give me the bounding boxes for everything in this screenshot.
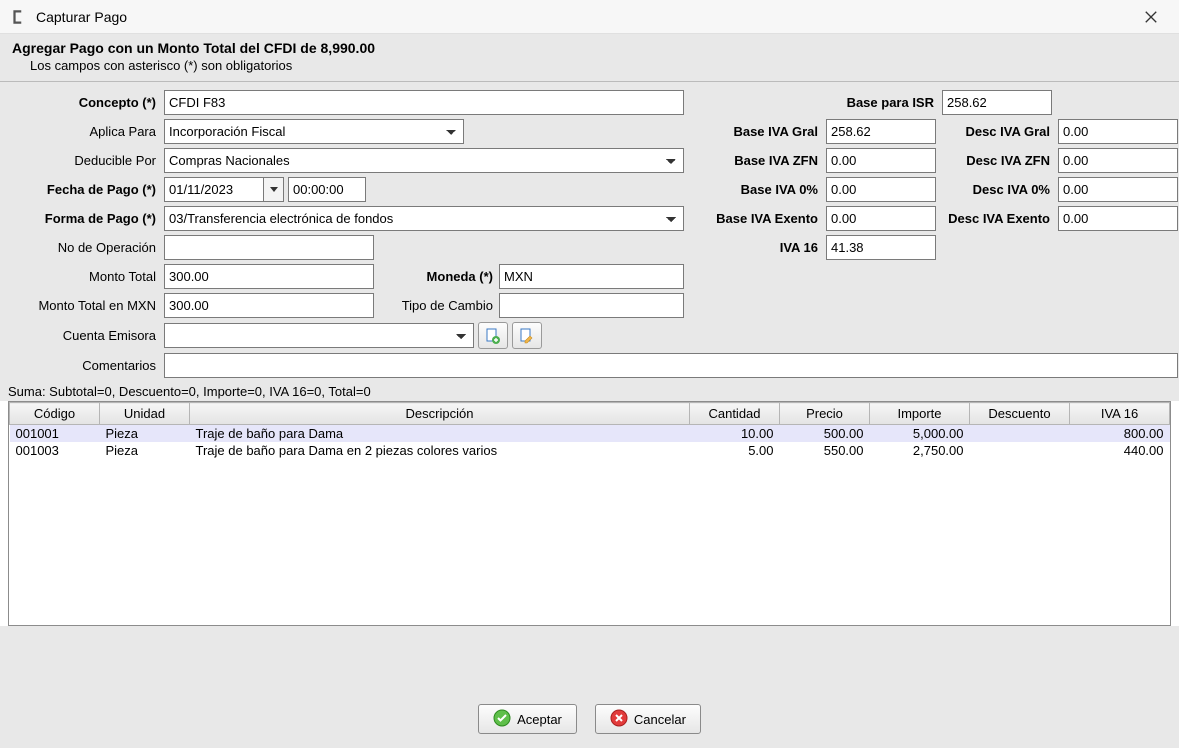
input-fecha-pago[interactable] bbox=[164, 177, 264, 202]
input-desc-iva-exento[interactable] bbox=[1058, 206, 1178, 231]
new-doc-button[interactable] bbox=[478, 322, 508, 349]
label-comentarios: Comentarios bbox=[8, 358, 158, 373]
input-base-iva-gral[interactable] bbox=[826, 119, 936, 144]
accept-label: Aceptar bbox=[517, 712, 562, 727]
label-desc-iva-zfn: Desc IVA ZFN bbox=[942, 153, 1052, 168]
input-concepto[interactable] bbox=[164, 90, 684, 115]
th-precio[interactable]: Precio bbox=[780, 403, 870, 425]
input-no-operacion[interactable] bbox=[164, 235, 374, 260]
cancel-button[interactable]: Cancelar bbox=[595, 704, 701, 734]
items-table-wrap: Código Unidad Descripción Cantidad Preci… bbox=[8, 401, 1171, 626]
label-no-operacion: No de Operación bbox=[8, 240, 158, 255]
header-title: Agregar Pago con un Monto Total del CFDI… bbox=[12, 40, 1167, 56]
label-desc-iva-gral: Desc IVA Gral bbox=[942, 124, 1052, 139]
label-aplica-para: Aplica Para bbox=[8, 124, 158, 139]
input-moneda[interactable] bbox=[499, 264, 684, 289]
label-base-isr: Base para ISR bbox=[826, 95, 936, 110]
label-base-iva-0: Base IVA 0% bbox=[690, 182, 820, 197]
label-iva-16: IVA 16 bbox=[690, 240, 820, 255]
input-base-isr[interactable] bbox=[942, 90, 1052, 115]
label-desc-iva-0: Desc IVA 0% bbox=[942, 182, 1052, 197]
th-importe[interactable]: Importe bbox=[870, 403, 970, 425]
select-deducible-por[interactable]: Compras Nacionales bbox=[164, 148, 684, 173]
th-codigo[interactable]: Código bbox=[10, 403, 100, 425]
label-monto-total: Monto Total bbox=[8, 269, 158, 284]
input-iva-16[interactable] bbox=[826, 235, 936, 260]
summary-line: Suma: Subtotal=0, Descuento=0, Importe=0… bbox=[0, 382, 1179, 401]
th-iva16[interactable]: IVA 16 bbox=[1070, 403, 1170, 425]
label-base-iva-exento: Base IVA Exento bbox=[690, 211, 820, 226]
edit-doc-button[interactable] bbox=[512, 322, 542, 349]
accept-button[interactable]: Aceptar bbox=[478, 704, 577, 734]
form-area: Concepto (*) Base para ISR Aplica Para I… bbox=[0, 82, 1179, 382]
label-cuenta-emisora: Cuenta Emisora bbox=[8, 328, 158, 343]
th-unidad[interactable]: Unidad bbox=[100, 403, 190, 425]
header-subtitle: Los campos con asterisco (*) son obligat… bbox=[12, 58, 1167, 73]
label-forma-pago: Forma de Pago (*) bbox=[8, 211, 158, 226]
input-base-iva-0[interactable] bbox=[826, 177, 936, 202]
label-tipo-cambio: Tipo de Cambio bbox=[378, 298, 495, 313]
window-title: Capturar Pago bbox=[36, 9, 127, 25]
label-fecha-pago: Fecha de Pago (*) bbox=[8, 182, 158, 197]
input-monto-total-mxn[interactable] bbox=[164, 293, 374, 318]
app-icon bbox=[10, 8, 28, 26]
header-band: Agregar Pago con un Monto Total del CFDI… bbox=[0, 34, 1179, 82]
label-base-iva-gral: Base IVA Gral bbox=[690, 124, 820, 139]
select-cuenta-emisora[interactable] bbox=[164, 323, 474, 348]
th-descripcion[interactable]: Descripción bbox=[190, 403, 690, 425]
button-bar: Aceptar Cancelar bbox=[0, 691, 1179, 748]
table-row[interactable]: 001003PiezaTraje de baño para Dama en 2 … bbox=[10, 442, 1170, 459]
check-icon bbox=[493, 709, 511, 730]
input-desc-iva-zfn[interactable] bbox=[1058, 148, 1178, 173]
input-base-iva-exento[interactable] bbox=[826, 206, 936, 231]
input-desc-iva-gral[interactable] bbox=[1058, 119, 1178, 144]
items-table: Código Unidad Descripción Cantidad Preci… bbox=[9, 402, 1170, 459]
close-button[interactable] bbox=[1133, 3, 1169, 31]
select-aplica-para[interactable]: Incorporación Fiscal bbox=[164, 119, 464, 144]
label-concepto: Concepto (*) bbox=[8, 95, 158, 110]
cancel-label: Cancelar bbox=[634, 712, 686, 727]
th-descuento[interactable]: Descuento bbox=[970, 403, 1070, 425]
label-desc-iva-exento: Desc IVA Exento bbox=[942, 211, 1052, 226]
label-monto-total-mxn: Monto Total en MXN bbox=[8, 298, 158, 313]
th-cantidad[interactable]: Cantidad bbox=[690, 403, 780, 425]
input-monto-total[interactable] bbox=[164, 264, 374, 289]
input-base-iva-zfn[interactable] bbox=[826, 148, 936, 173]
input-hora-pago[interactable] bbox=[288, 177, 366, 202]
label-moneda: Moneda (*) bbox=[378, 269, 495, 284]
input-desc-iva-0[interactable] bbox=[1058, 177, 1178, 202]
cancel-icon bbox=[610, 709, 628, 730]
date-dropdown-button[interactable] bbox=[264, 177, 284, 202]
input-tipo-cambio[interactable] bbox=[499, 293, 684, 318]
select-forma-pago[interactable]: 03/Transferencia electrónica de fondos bbox=[164, 206, 684, 231]
label-base-iva-zfn: Base IVA ZFN bbox=[690, 153, 820, 168]
titlebar: Capturar Pago bbox=[0, 0, 1179, 34]
table-row[interactable]: 001001PiezaTraje de baño para Dama10.005… bbox=[10, 425, 1170, 443]
input-comentarios[interactable] bbox=[164, 353, 1178, 378]
label-deducible-por: Deducible Por bbox=[8, 153, 158, 168]
